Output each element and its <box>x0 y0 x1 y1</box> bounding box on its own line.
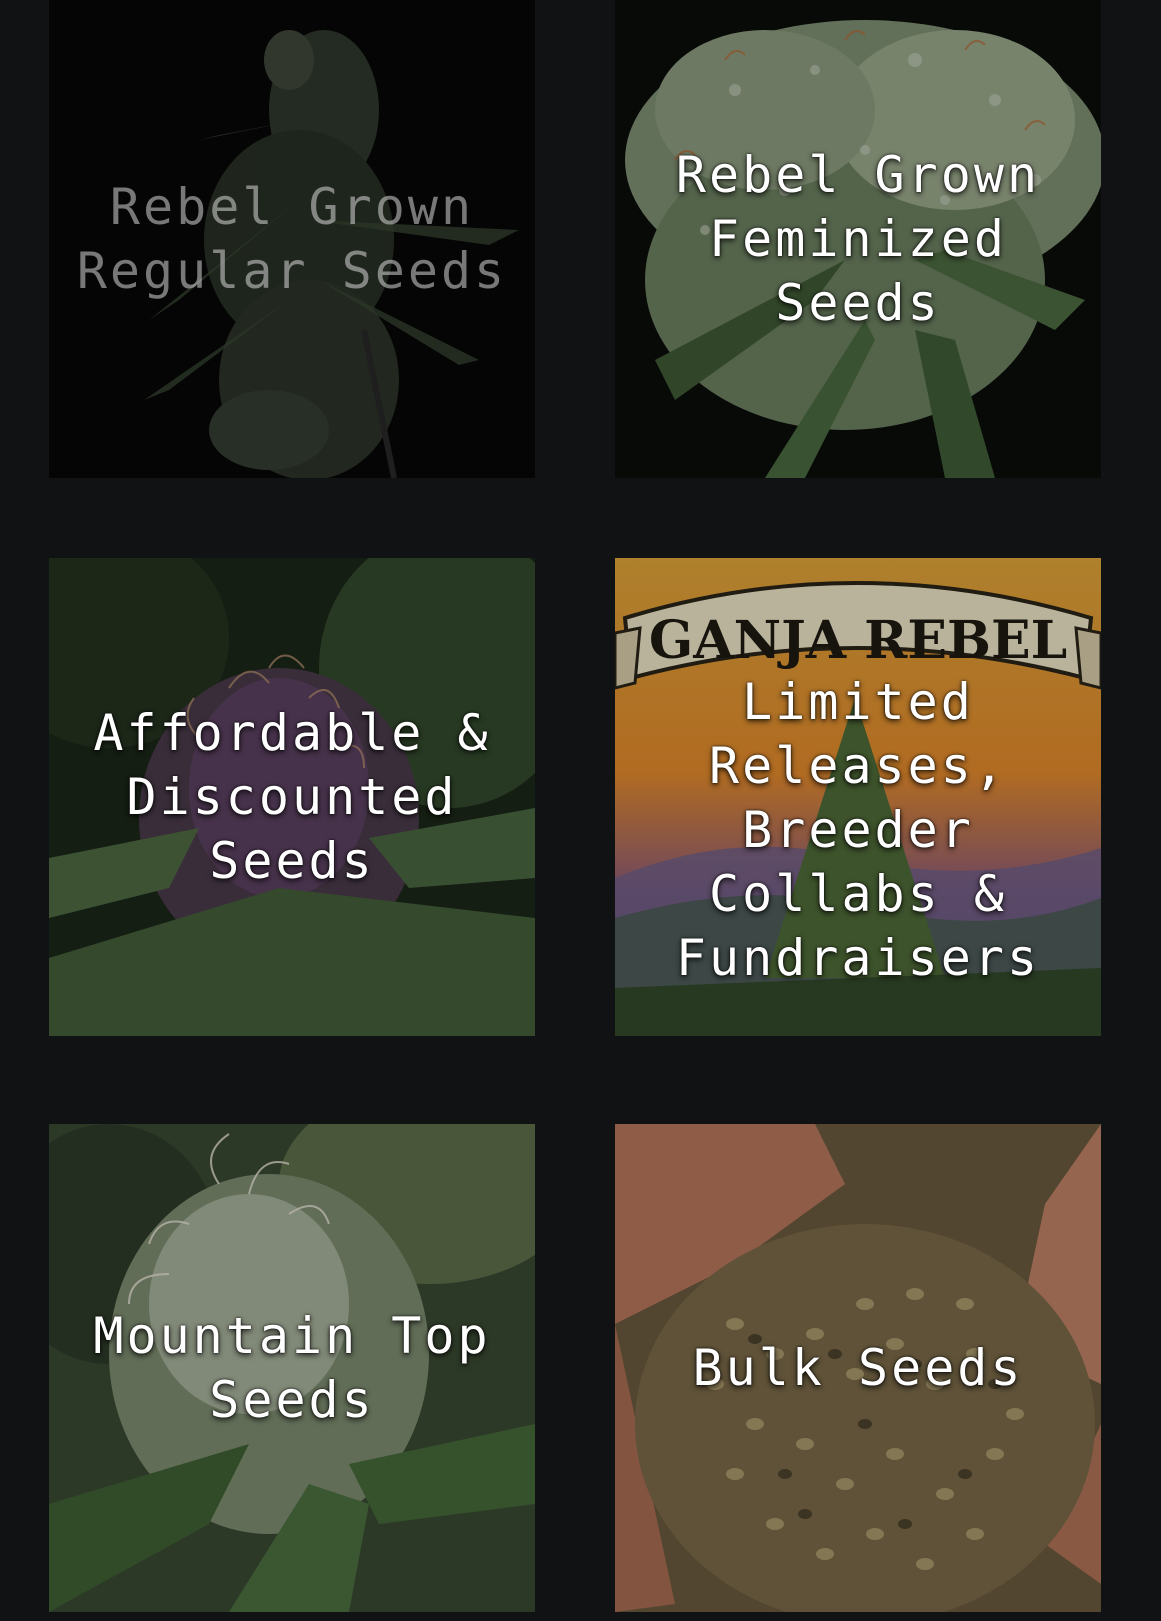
regular-seeds-label: Rebel Grown Regular Seeds <box>49 175 535 303</box>
label-line: Feminized <box>709 210 1007 268</box>
category-tile-limited-releases[interactable]: GANJA REBEL Limited Releases, Breeder Co… <box>615 558 1101 1036</box>
category-grid: Rebel Grown Regular Seeds Rebel Grown Fe… <box>0 0 1161 1621</box>
category-tile-bulk-seeds[interactable]: Bulk Seeds <box>615 1124 1101 1612</box>
limited-releases-label: Limited Releases, Breeder Collabs & Fund… <box>615 670 1101 990</box>
label-line: Fundraisers <box>675 929 1041 988</box>
category-tile-mountain-top-seeds[interactable]: Mountain Top Seeds <box>49 1124 535 1612</box>
feminized-seeds-label: Rebel Grown Feminized Seeds <box>615 143 1101 335</box>
label-line: Rebel Grown <box>109 178 475 236</box>
label-line: Collabs & <box>709 865 1007 924</box>
label-line: Mountain Top <box>93 1307 491 1365</box>
category-tile-feminized-seeds[interactable]: Rebel Grown Feminized Seeds <box>615 0 1101 478</box>
label-line: Limited <box>742 673 974 732</box>
label-line: Seeds <box>775 274 941 332</box>
affordable-seeds-label: Affordable & Discounted Seeds <box>49 701 535 893</box>
label-line: Discounted <box>126 768 458 826</box>
category-tile-affordable-seeds[interactable]: Affordable & Discounted Seeds <box>49 558 535 1036</box>
mountain-top-seeds-label: Mountain Top Seeds <box>49 1304 535 1432</box>
label-line: Seeds <box>209 832 375 890</box>
label-line: Seeds <box>209 1371 375 1429</box>
category-tile-regular-seeds[interactable]: Rebel Grown Regular Seeds <box>49 0 535 478</box>
label-line: Affordable & <box>93 704 491 762</box>
label-line: Releases, <box>709 737 1007 796</box>
label-line: Breeder <box>742 801 974 860</box>
label-line: Bulk Seeds <box>692 1339 1024 1397</box>
bulk-seeds-label: Bulk Seeds <box>615 1336 1101 1400</box>
label-line: Regular Seeds <box>76 242 508 300</box>
label-line: Rebel Grown <box>675 146 1041 204</box>
